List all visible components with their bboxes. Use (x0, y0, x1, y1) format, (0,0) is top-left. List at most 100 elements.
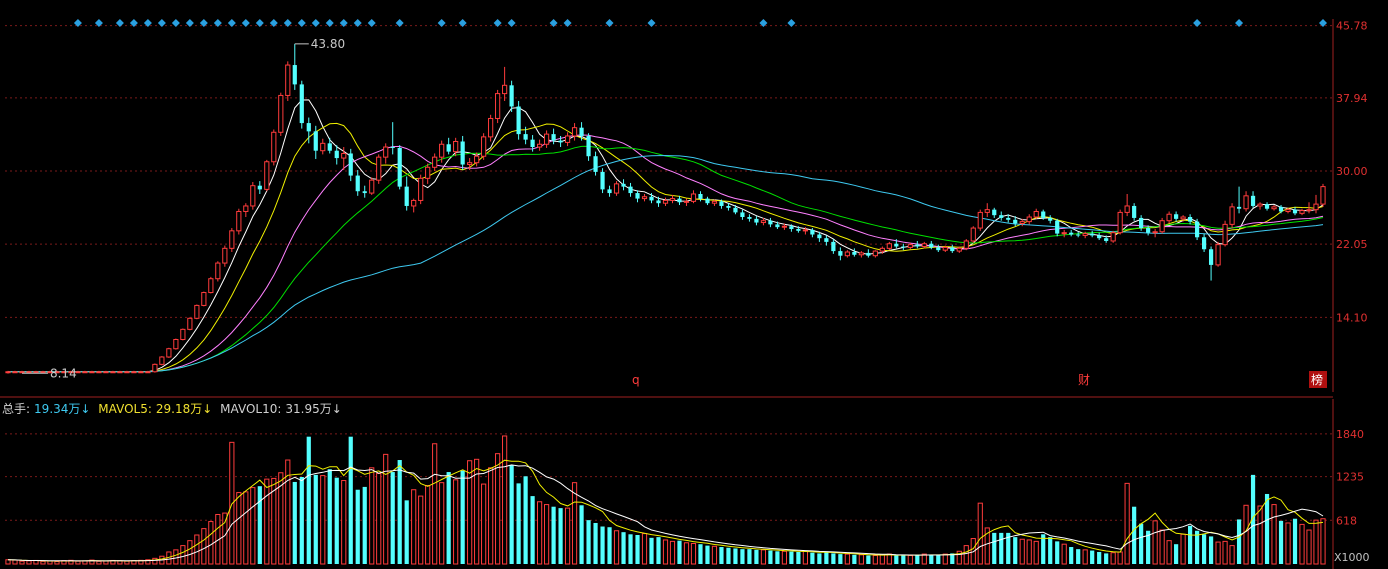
candle[interactable] (1188, 217, 1193, 222)
candle[interactable] (117, 371, 123, 374)
candle[interactable] (1152, 231, 1158, 234)
volume-bar[interactable] (963, 545, 969, 565)
candle[interactable] (593, 156, 598, 172)
candle[interactable] (536, 143, 543, 148)
candle[interactable] (894, 243, 899, 247)
volume-bar[interactable] (1061, 543, 1067, 565)
candle[interactable] (999, 215, 1004, 218)
candle[interactable] (929, 243, 934, 248)
volume-bar[interactable] (915, 554, 920, 564)
candle[interactable] (711, 200, 718, 204)
candle[interactable] (683, 200, 690, 203)
volume-bar[interactable] (299, 477, 304, 564)
volume-bar[interactable] (1188, 525, 1193, 564)
candle[interactable] (775, 224, 780, 228)
candle[interactable] (1132, 205, 1137, 218)
volume-chart[interactable]: 1840 1235 618 X1000 (0, 399, 1388, 569)
candle[interactable] (796, 228, 801, 231)
volume-bar[interactable] (264, 478, 270, 565)
volume-bar[interactable] (907, 555, 913, 565)
volume-bar[interactable] (439, 482, 445, 565)
candle[interactable] (327, 143, 332, 151)
candle[interactable] (390, 147, 395, 149)
candle[interactable] (817, 234, 822, 239)
candle[interactable] (1257, 203, 1263, 207)
candle[interactable] (285, 64, 291, 96)
candle[interactable] (166, 348, 172, 358)
volume-bar[interactable] (571, 482, 578, 565)
candle[interactable] (404, 186, 409, 206)
volume-bar[interactable] (467, 460, 473, 565)
candle[interactable] (977, 211, 983, 229)
candle[interactable] (1033, 210, 1039, 218)
candle[interactable] (621, 183, 626, 187)
candle[interactable] (208, 278, 214, 294)
candle[interactable] (313, 131, 318, 151)
volume-bar[interactable] (425, 484, 431, 565)
candle[interactable] (754, 218, 759, 223)
candle[interactable] (96, 371, 102, 374)
volume-bar[interactable] (173, 549, 179, 565)
volume-bar[interactable] (1215, 541, 1221, 565)
volume-bar[interactable] (1048, 537, 1053, 564)
volume-bar[interactable] (530, 496, 535, 564)
price-chart[interactable]: 45.78 37.94 30.00 22.05 14.10 43.80 8.14 q 财 榜 (0, 0, 1388, 398)
candle[interactable] (662, 199, 669, 204)
candle[interactable] (690, 193, 697, 202)
volume-bar[interactable] (320, 475, 326, 565)
candle[interactable] (543, 133, 550, 145)
volume-bar[interactable] (894, 555, 899, 564)
volume-bar[interactable] (726, 547, 731, 564)
volume-bar[interactable] (536, 501, 543, 565)
volume-bar[interactable] (481, 483, 487, 565)
volume-bar[interactable] (613, 530, 620, 565)
candle[interactable] (215, 262, 221, 280)
volume-bar[interactable] (362, 486, 367, 564)
candle[interactable] (1222, 223, 1228, 246)
candle[interactable] (1271, 206, 1277, 210)
candle[interactable] (669, 198, 676, 201)
volume-bar[interactable] (19, 560, 25, 565)
candle[interactable] (110, 371, 116, 374)
volume-bar[interactable] (768, 550, 773, 564)
volume-bar[interactable] (1201, 534, 1207, 564)
candle[interactable] (586, 135, 591, 157)
candle[interactable] (306, 123, 311, 132)
volume-bar[interactable] (635, 535, 640, 564)
candle[interactable] (33, 371, 39, 374)
candle[interactable] (131, 371, 137, 374)
candle[interactable] (984, 209, 990, 213)
candle[interactable] (1194, 221, 1200, 238)
candle[interactable] (383, 146, 389, 158)
volume-bar[interactable] (1292, 518, 1298, 564)
volume-bar[interactable] (355, 489, 360, 564)
volume-bar[interactable] (662, 539, 669, 565)
candle[interactable] (942, 246, 948, 251)
volume-bar[interactable] (1285, 522, 1291, 565)
volume-bar[interactable] (1278, 520, 1284, 564)
candle[interactable] (180, 328, 186, 341)
candle[interactable] (858, 252, 864, 256)
candle[interactable] (467, 162, 473, 166)
volume-bar[interactable] (789, 551, 794, 564)
volume-bar[interactable] (1132, 506, 1137, 564)
candle[interactable] (138, 371, 144, 374)
candle[interactable] (1082, 233, 1088, 236)
candle[interactable] (173, 339, 179, 350)
volume-bar[interactable] (1159, 529, 1165, 565)
volume-bar[interactable] (257, 486, 262, 564)
candle[interactable] (760, 220, 767, 224)
volume-bar[interactable] (390, 472, 395, 564)
candle[interactable] (1019, 221, 1025, 224)
volume-bar[interactable] (677, 540, 682, 564)
candle[interactable] (299, 84, 304, 124)
volume-bar[interactable] (600, 526, 605, 564)
volume-bar[interactable] (341, 480, 347, 565)
candle[interactable] (1041, 211, 1046, 218)
volume-bar[interactable] (796, 551, 801, 564)
volume-bar[interactable] (698, 544, 703, 564)
volume-bar[interactable] (831, 553, 836, 564)
candle[interactable] (936, 247, 941, 251)
volume-bar[interactable] (40, 560, 46, 565)
candle[interactable] (355, 175, 360, 192)
